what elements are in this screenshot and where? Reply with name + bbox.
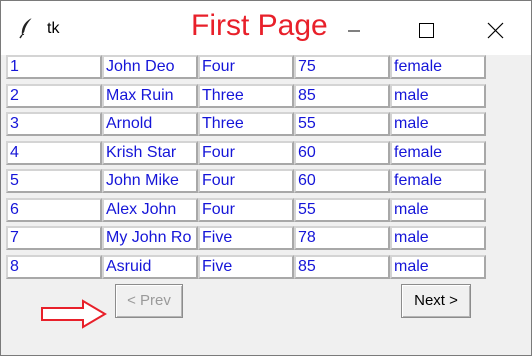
tk-window: tk First Page 1 John Deo Four 75 female 2 Max … xyxy=(0,0,532,356)
close-button[interactable] xyxy=(465,1,527,55)
minimize-icon xyxy=(348,30,360,32)
table-cell[interactable]: 5 xyxy=(6,169,102,193)
table-cell[interactable]: Asruid xyxy=(102,255,198,279)
maximize-button[interactable] xyxy=(394,1,456,55)
table-cell[interactable]: 3 xyxy=(6,112,102,136)
table-cell[interactable]: 1 xyxy=(6,55,102,79)
table-cell[interactable]: 2 xyxy=(6,84,102,108)
table-cell[interactable]: 6 xyxy=(6,198,102,222)
data-grid: 1 John Deo Four 75 female 2 Max Ruin Three 85 mal… xyxy=(6,55,486,282)
table-cell[interactable]: 75 xyxy=(294,55,390,79)
maximize-icon xyxy=(419,23,434,38)
table-cell[interactable]: 78 xyxy=(294,226,390,250)
table-cell[interactable]: Arnold xyxy=(102,112,198,136)
table-cell[interactable]: Four xyxy=(198,141,294,165)
table-cell[interactable]: Max Ruin xyxy=(102,84,198,108)
table-cell[interactable]: Four xyxy=(198,198,294,222)
table-cell[interactable]: Five xyxy=(198,255,294,279)
table-cell[interactable]: My John Ro xyxy=(102,226,198,250)
table-cell[interactable]: Krish Star xyxy=(102,141,198,165)
table-cell[interactable]: 8 xyxy=(6,255,102,279)
minimize-button[interactable] xyxy=(323,1,385,55)
page-title: First Page xyxy=(191,9,328,42)
table-cell[interactable]: male xyxy=(390,84,486,108)
table-cell[interactable]: 7 xyxy=(6,226,102,250)
table-cell[interactable]: Three xyxy=(198,112,294,136)
table-cell[interactable]: Four xyxy=(198,169,294,193)
table-cell[interactable]: male xyxy=(390,255,486,279)
table-cell[interactable]: John Mike xyxy=(102,169,198,193)
feather-icon xyxy=(17,17,37,39)
table-cell[interactable]: male xyxy=(390,226,486,250)
table-cell[interactable]: 85 xyxy=(294,255,390,279)
table-cell[interactable]: Alex John xyxy=(102,198,198,222)
table-cell[interactable]: male xyxy=(390,198,486,222)
table-cell[interactable]: 85 xyxy=(294,84,390,108)
table-cell[interactable]: female xyxy=(390,169,486,193)
table-cell[interactable]: 55 xyxy=(294,198,390,222)
table-cell[interactable]: male xyxy=(390,112,486,136)
table-cell[interactable]: female xyxy=(390,55,486,79)
close-icon xyxy=(487,22,504,39)
table-cell[interactable]: 60 xyxy=(294,169,390,193)
table-cell[interactable]: 60 xyxy=(294,141,390,165)
table-cell[interactable]: Four xyxy=(198,55,294,79)
next-button[interactable]: Next > xyxy=(401,284,471,318)
prev-button[interactable]: < Prev xyxy=(115,284,183,318)
table-cell[interactable]: Three xyxy=(198,84,294,108)
table-cell[interactable]: 4 xyxy=(6,141,102,165)
table-cell[interactable]: John Deo xyxy=(102,55,198,79)
title-bar[interactable]: tk First Page xyxy=(1,1,531,55)
table-cell[interactable]: female xyxy=(390,141,486,165)
table-cell[interactable]: 55 xyxy=(294,112,390,136)
app-title: tk xyxy=(47,20,60,37)
right-arrow-icon xyxy=(41,299,107,334)
table-cell[interactable]: Five xyxy=(198,226,294,250)
